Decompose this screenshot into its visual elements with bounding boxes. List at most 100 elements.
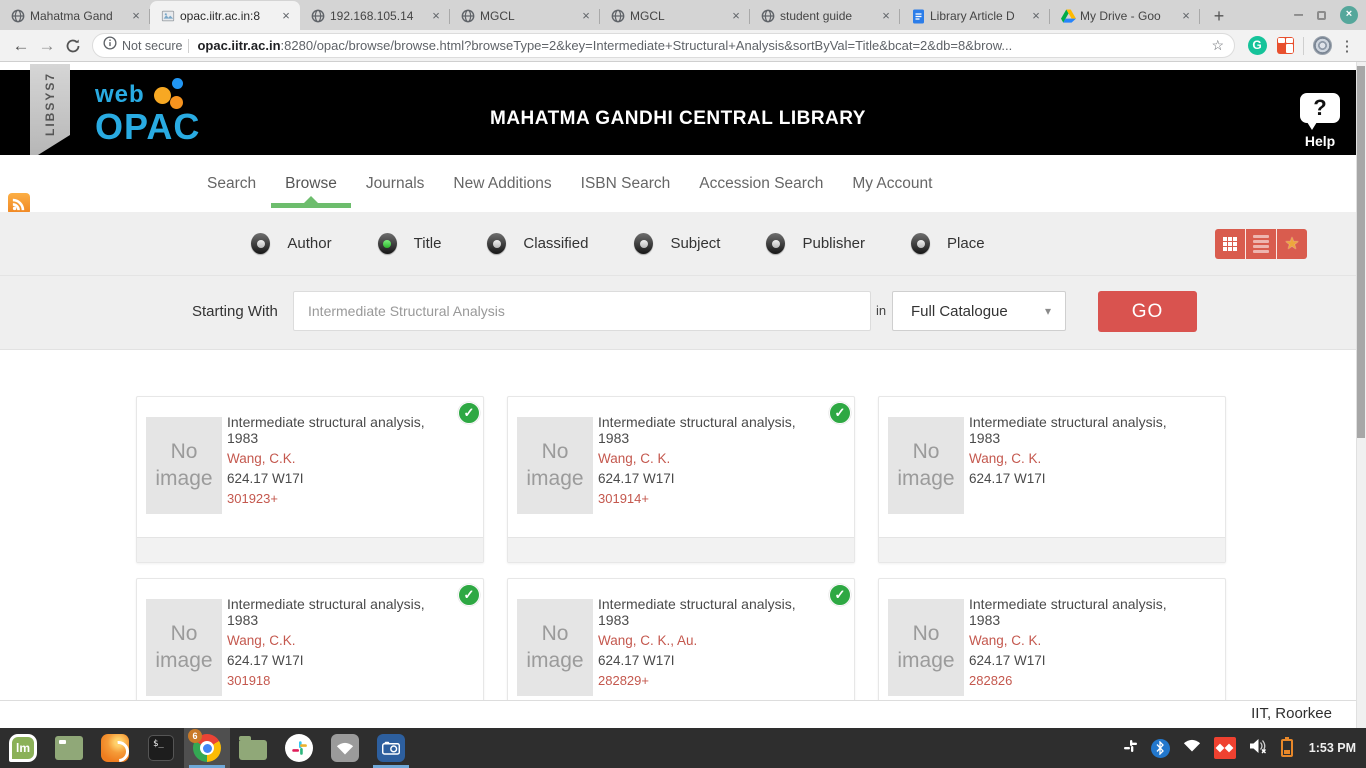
scrollbar-thumb[interactable] xyxy=(1357,66,1365,438)
restore-button[interactable] xyxy=(1317,11,1326,20)
nav-new-additions[interactable]: New Additions xyxy=(453,155,551,212)
author-link[interactable]: Wang, C. K. xyxy=(969,451,1195,466)
accession-link[interactable]: 301923+ xyxy=(227,491,453,506)
terminal-launcher[interactable]: $_ xyxy=(138,728,184,768)
tab-mgcl-2[interactable]: MGCL × xyxy=(600,2,750,30)
url-text[interactable]: opac.iitr.ac.in:8280/opac/browse/browse.… xyxy=(197,38,1203,53)
author-link[interactable]: Wang, C. K. xyxy=(969,633,1195,648)
nav-browse[interactable]: Browse xyxy=(285,155,337,212)
grid-view-icon[interactable] xyxy=(1215,229,1245,259)
tab-close-icon[interactable]: × xyxy=(1028,8,1044,24)
volume-muted-icon[interactable] xyxy=(1249,738,1268,759)
catalogue-scope-select[interactable]: Full Catalogue ▾ xyxy=(892,291,1066,331)
radio-button-icon[interactable] xyxy=(251,233,270,254)
chevron-down-icon: ▾ xyxy=(1045,304,1051,318)
radio-button-icon[interactable] xyxy=(487,233,506,254)
list-view-icon[interactable] xyxy=(1245,229,1276,259)
radio-button-icon[interactable] xyxy=(378,233,397,254)
show-desktop-button[interactable] xyxy=(46,728,92,768)
tab-ip[interactable]: 192.168.105.14 × xyxy=(300,2,450,30)
radio-title[interactable]: Title xyxy=(378,233,442,254)
tab-close-icon[interactable]: × xyxy=(728,8,744,24)
go-button[interactable]: GO xyxy=(1098,291,1197,332)
radio-place[interactable]: Place xyxy=(911,233,985,254)
result-card[interactable]: Noimage Intermediate structural analysis… xyxy=(507,578,855,700)
tab-library-article[interactable]: Library Article D × xyxy=(900,2,1050,30)
anydesk-icon[interactable] xyxy=(1214,737,1236,759)
author-link[interactable]: Wang, C. K., Au. xyxy=(598,633,824,648)
network-settings-launcher[interactable] xyxy=(322,728,368,768)
globe-favicon-icon xyxy=(610,8,626,24)
info-icon[interactable] xyxy=(103,36,117,55)
results-row-2: Noimage Intermediate structural analysis… xyxy=(0,578,1356,700)
minimize-button[interactable]: – xyxy=(1294,10,1303,20)
accession-link[interactable]: 301914+ xyxy=(598,491,824,506)
radio-publisher[interactable]: Publisher xyxy=(766,233,865,254)
slack-launcher[interactable] xyxy=(276,728,322,768)
slack-tray-icon[interactable] xyxy=(1122,738,1138,759)
files-launcher[interactable] xyxy=(230,728,276,768)
tab-close-icon[interactable]: × xyxy=(128,8,144,24)
nav-isbn-search[interactable]: ISBN Search xyxy=(581,155,671,212)
accession-link[interactable]: 301918 xyxy=(227,673,453,688)
grammarly-extension-icon[interactable]: G xyxy=(1246,35,1268,57)
browser-menu-icon[interactable]: ⋮ xyxy=(1336,37,1358,55)
author-link[interactable]: Wang, C. K. xyxy=(598,451,824,466)
result-card[interactable]: Noimage Intermediate structural analysis… xyxy=(878,578,1226,700)
table-extension-icon[interactable] xyxy=(1274,35,1296,57)
accession-link[interactable]: 282826 xyxy=(969,673,1195,688)
tab-mgcl-1[interactable]: MGCL × xyxy=(450,2,600,30)
wifi-signal-icon[interactable] xyxy=(1183,739,1201,757)
radio-author[interactable]: Author xyxy=(251,233,331,254)
reload-button[interactable] xyxy=(60,33,86,59)
radio-button-icon[interactable] xyxy=(634,233,653,254)
new-tab-button[interactable]: + xyxy=(1204,4,1234,30)
firefox-launcher[interactable] xyxy=(92,728,138,768)
address-bar[interactable]: Not secure opac.iitr.ac.in:8280/opac/bro… xyxy=(92,33,1235,58)
bluetooth-icon[interactable] xyxy=(1151,739,1170,758)
tab-my-drive[interactable]: My Drive - Goo × xyxy=(1050,2,1200,30)
nav-accession-search[interactable]: Accession Search xyxy=(699,155,823,212)
tab-close-icon[interactable]: × xyxy=(578,8,594,24)
no-image-placeholder: Noimage xyxy=(888,417,964,514)
mint-menu-button[interactable]: lm xyxy=(0,728,46,768)
tab-student-guide[interactable]: student guide × xyxy=(750,2,900,30)
tab-close-icon[interactable]: × xyxy=(428,8,444,24)
clock[interactable]: 1:53 PM xyxy=(1309,741,1356,755)
institute-logo-extension-icon[interactable] xyxy=(1311,35,1333,57)
nav-search[interactable]: Search xyxy=(207,155,256,212)
tab-opac-active[interactable]: opac.iitr.ac.in:8 × xyxy=(150,1,300,30)
result-card[interactable]: Noimage Intermediate structural analysis… xyxy=(878,396,1226,563)
radio-classified[interactable]: Classified xyxy=(487,233,588,254)
screenshot-tool-launcher[interactable] xyxy=(368,728,414,768)
tab-close-icon[interactable]: × xyxy=(1178,8,1194,24)
help-widget[interactable]: ? Help xyxy=(1296,93,1344,149)
close-window-button[interactable]: × xyxy=(1340,6,1358,24)
author-link[interactable]: Wang, C.K. xyxy=(227,451,453,466)
tab-mahatma[interactable]: Mahatma Gand × xyxy=(0,2,150,30)
radio-button-icon[interactable] xyxy=(911,233,930,254)
favourites-star-icon[interactable]: ★ xyxy=(1276,229,1307,259)
forward-button[interactable]: → xyxy=(34,33,60,59)
tab-close-icon[interactable]: × xyxy=(278,8,294,24)
result-card[interactable]: Noimage Intermediate structural analysis… xyxy=(136,578,484,700)
scope-value: Full Catalogue xyxy=(911,303,1045,320)
radio-button-icon[interactable] xyxy=(766,233,785,254)
result-card[interactable]: Noimage Intermediate structural analysis… xyxy=(507,396,855,563)
nav-journals[interactable]: Journals xyxy=(366,155,425,212)
radio-subject[interactable]: Subject xyxy=(634,233,720,254)
starting-with-input[interactable] xyxy=(293,291,871,331)
globe-favicon-icon xyxy=(10,8,26,24)
result-card[interactable]: Noimage Intermediate structural analysis… xyxy=(136,396,484,563)
help-question-icon[interactable]: ? xyxy=(1300,93,1340,123)
nav-my-account[interactable]: My Account xyxy=(852,155,932,212)
page-scrollbar[interactable] xyxy=(1356,62,1366,728)
author-link[interactable]: Wang, C.K. xyxy=(227,633,453,648)
back-button[interactable]: ← xyxy=(8,33,34,59)
not-secure-label[interactable]: Not secure xyxy=(122,39,182,53)
accession-link[interactable]: 282829+ xyxy=(598,673,824,688)
chrome-taskbar-button[interactable]: 6 xyxy=(184,728,230,768)
battery-icon[interactable] xyxy=(1281,739,1293,757)
bookmark-star-icon[interactable]: ☆ xyxy=(1211,37,1224,54)
tab-close-icon[interactable]: × xyxy=(878,8,894,24)
